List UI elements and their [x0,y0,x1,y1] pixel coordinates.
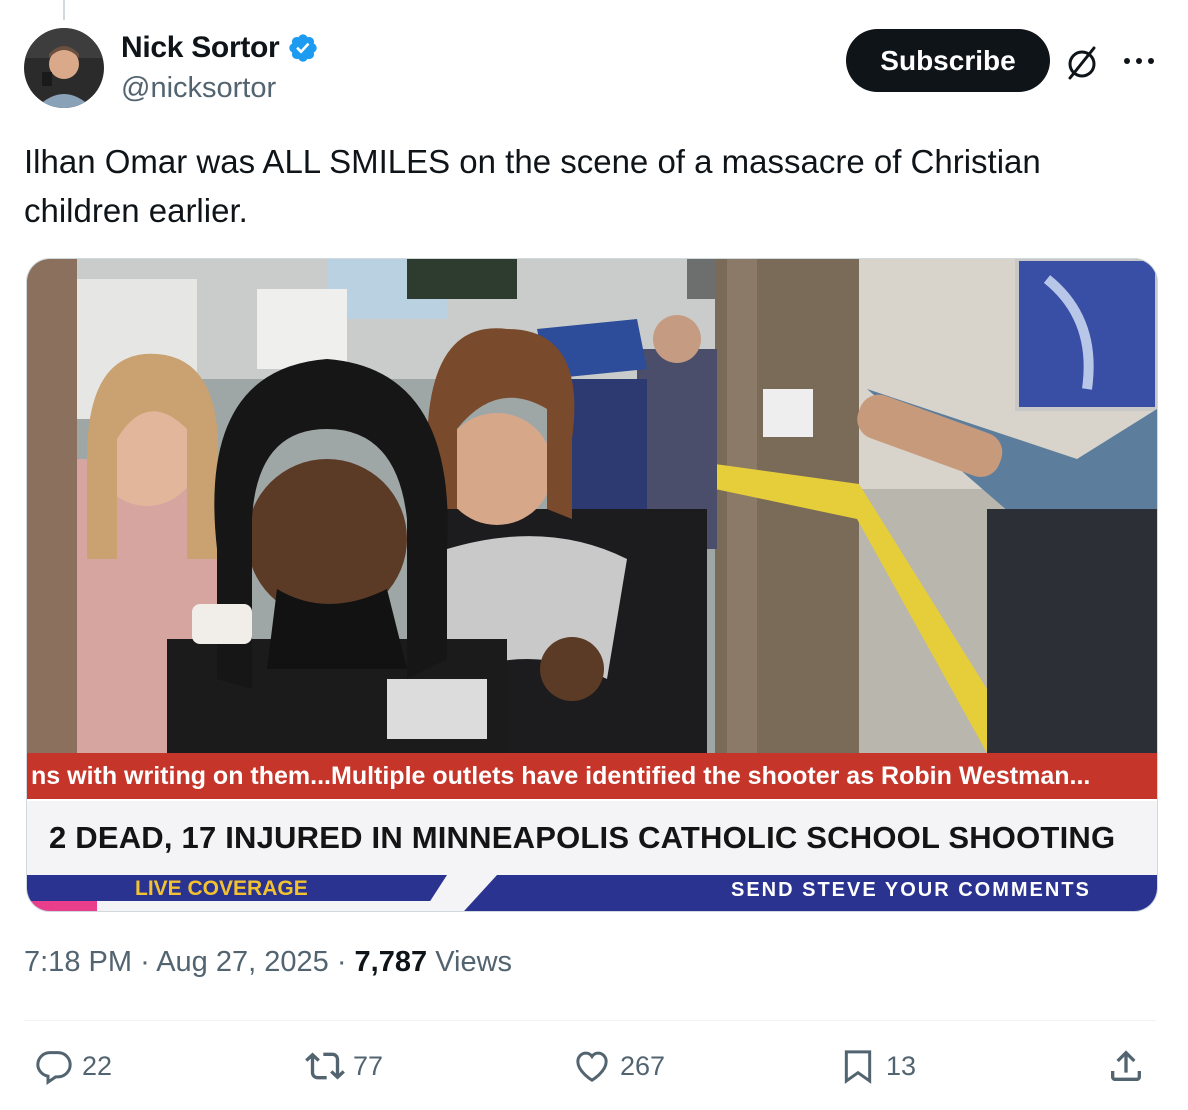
views-label: Views [435,946,513,978]
tweet-time[interactable]: 7:18 PM [24,946,132,978]
comments-label: SEND STEVE YOUR COMMENTS [731,879,1091,901]
bookmark-count: 13 [886,1050,917,1081]
more-icon[interactable] [1120,46,1158,76]
pink-chip [27,901,97,911]
news-scene-image [27,259,1157,753]
meta-separator: · [336,946,347,978]
like-count: 267 [620,1050,666,1081]
bookmark-icon [844,1050,872,1084]
tweet-date[interactable]: Aug 27, 2025 [156,946,329,978]
reply-button[interactable]: 22 [34,1046,112,1086]
reply-count: 22 [82,1050,113,1081]
views-count: 7,787 [354,946,428,978]
like-button[interactable]: 267 [572,1046,665,1086]
news-ticker: ns with writing on them...Multiple outle… [27,753,1157,799]
tweet-media[interactable]: ns with writing on them...Multiple outle… [26,258,1158,912]
repost-count: 77 [353,1050,384,1081]
heart-icon [576,1051,608,1082]
headline-text: 2 DEAD, 17 INJURED IN MINNEAPOLIS CATHOL… [49,820,1116,855]
thread-connector-line [63,0,65,20]
verified-badge-icon [289,34,318,62]
display-name[interactable]: Nick Sortor [121,31,280,65]
author-name-row[interactable]: Nick Sortor [121,31,319,65]
avatar-image [24,28,104,108]
share-button[interactable] [1106,1046,1146,1086]
ticker-text: ns with writing on them...Multiple outle… [31,762,1091,790]
divider [24,1020,1156,1021]
grok-icon[interactable] [1064,44,1102,82]
headline-banner: 2 DEAD, 17 INJURED IN MINNEAPOLIS CATHOL… [27,801,1157,875]
reply-icon [36,1051,72,1086]
repost-icon [305,1052,345,1080]
share-icon [1111,1050,1141,1081]
meta-separator: · [140,946,150,978]
tweet-meta: 7:18 PM · Aug 27, 2025 · 7,787 Views [24,946,512,979]
author-handle[interactable]: @nicksortor [121,72,276,105]
bookmark-button[interactable]: 13 [838,1046,916,1086]
avatar[interactable] [24,28,104,108]
tweet-text: Ilhan Omar was ALL SMILES on the scene o… [24,143,1041,229]
live-coverage-label: LIVE COVERAGE [135,877,308,900]
subscribe-button[interactable]: Subscribe [846,29,1050,92]
repost-button[interactable]: 77 [305,1046,383,1086]
